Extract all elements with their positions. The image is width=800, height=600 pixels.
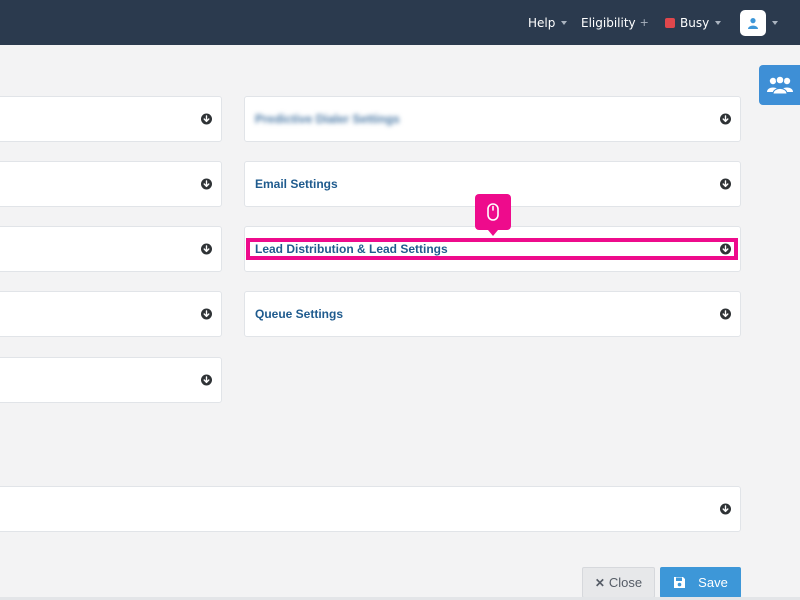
- arrow-circle-down-icon[interactable]: [720, 503, 731, 515]
- settings-panel-wide[interactable]: [0, 486, 741, 532]
- queue-settings-panel[interactable]: Queue Settings: [244, 291, 741, 337]
- predictive-dialer-settings-panel[interactable]: Predictive Dialer Settings: [244, 96, 741, 142]
- chevron-down-icon: [715, 20, 722, 25]
- users-icon: [766, 75, 793, 95]
- cursor-badge: [475, 194, 511, 236]
- mouse-icon: [487, 203, 499, 221]
- save-button[interactable]: Save: [660, 567, 741, 598]
- arrow-circle-down-icon[interactable]: [201, 113, 212, 125]
- floppy-disk-icon: [674, 577, 686, 588]
- avatar[interactable]: [740, 9, 766, 36]
- settings-panel-left-2[interactable]: [0, 161, 222, 207]
- chevron-down-icon: [772, 20, 778, 25]
- settings-panel-left-4[interactable]: [0, 291, 222, 337]
- user-icon: [748, 17, 758, 29]
- arrow-circle-down-icon[interactable]: [201, 243, 212, 255]
- arrow-circle-down-icon[interactable]: [720, 113, 731, 125]
- save-button-label: Save: [698, 575, 728, 590]
- close-button-label: Close: [608, 575, 643, 590]
- eligibility-menu[interactable]: Eligibility +: [581, 0, 649, 45]
- panel-title: Email Settings: [255, 177, 338, 191]
- status-label: Busy: [680, 15, 710, 30]
- arrow-circle-down-icon[interactable]: [201, 374, 212, 386]
- eligibility-menu-label: Eligibility: [581, 15, 636, 30]
- panel-title: Predictive Dialer Settings: [255, 112, 400, 126]
- arrow-circle-down-icon[interactable]: [201, 178, 212, 190]
- status-indicator-icon: [665, 17, 675, 28]
- click-highlight: [246, 238, 738, 260]
- help-menu-label: Help: [528, 15, 556, 30]
- settings-panel-left-1[interactable]: [0, 96, 222, 142]
- panel-title: Queue Settings: [255, 307, 344, 321]
- close-icon: ✕: [594, 575, 605, 590]
- users-side-tab[interactable]: [759, 65, 800, 105]
- settings-panel-left-5[interactable]: [0, 357, 222, 403]
- help-menu[interactable]: Help: [528, 0, 568, 45]
- chevron-down-icon: [561, 20, 568, 25]
- plus-icon: +: [639, 16, 649, 29]
- user-menu[interactable]: [740, 0, 778, 45]
- status-menu[interactable]: Busy: [665, 0, 722, 45]
- arrow-circle-down-icon[interactable]: [720, 178, 731, 190]
- arrow-circle-down-icon[interactable]: [201, 308, 212, 320]
- top-navbar: Help Eligibility + Busy: [0, 0, 800, 45]
- close-button[interactable]: ✕ Close: [582, 567, 655, 598]
- arrow-circle-down-icon[interactable]: [720, 308, 731, 320]
- settings-panel-left-3[interactable]: [0, 226, 222, 272]
